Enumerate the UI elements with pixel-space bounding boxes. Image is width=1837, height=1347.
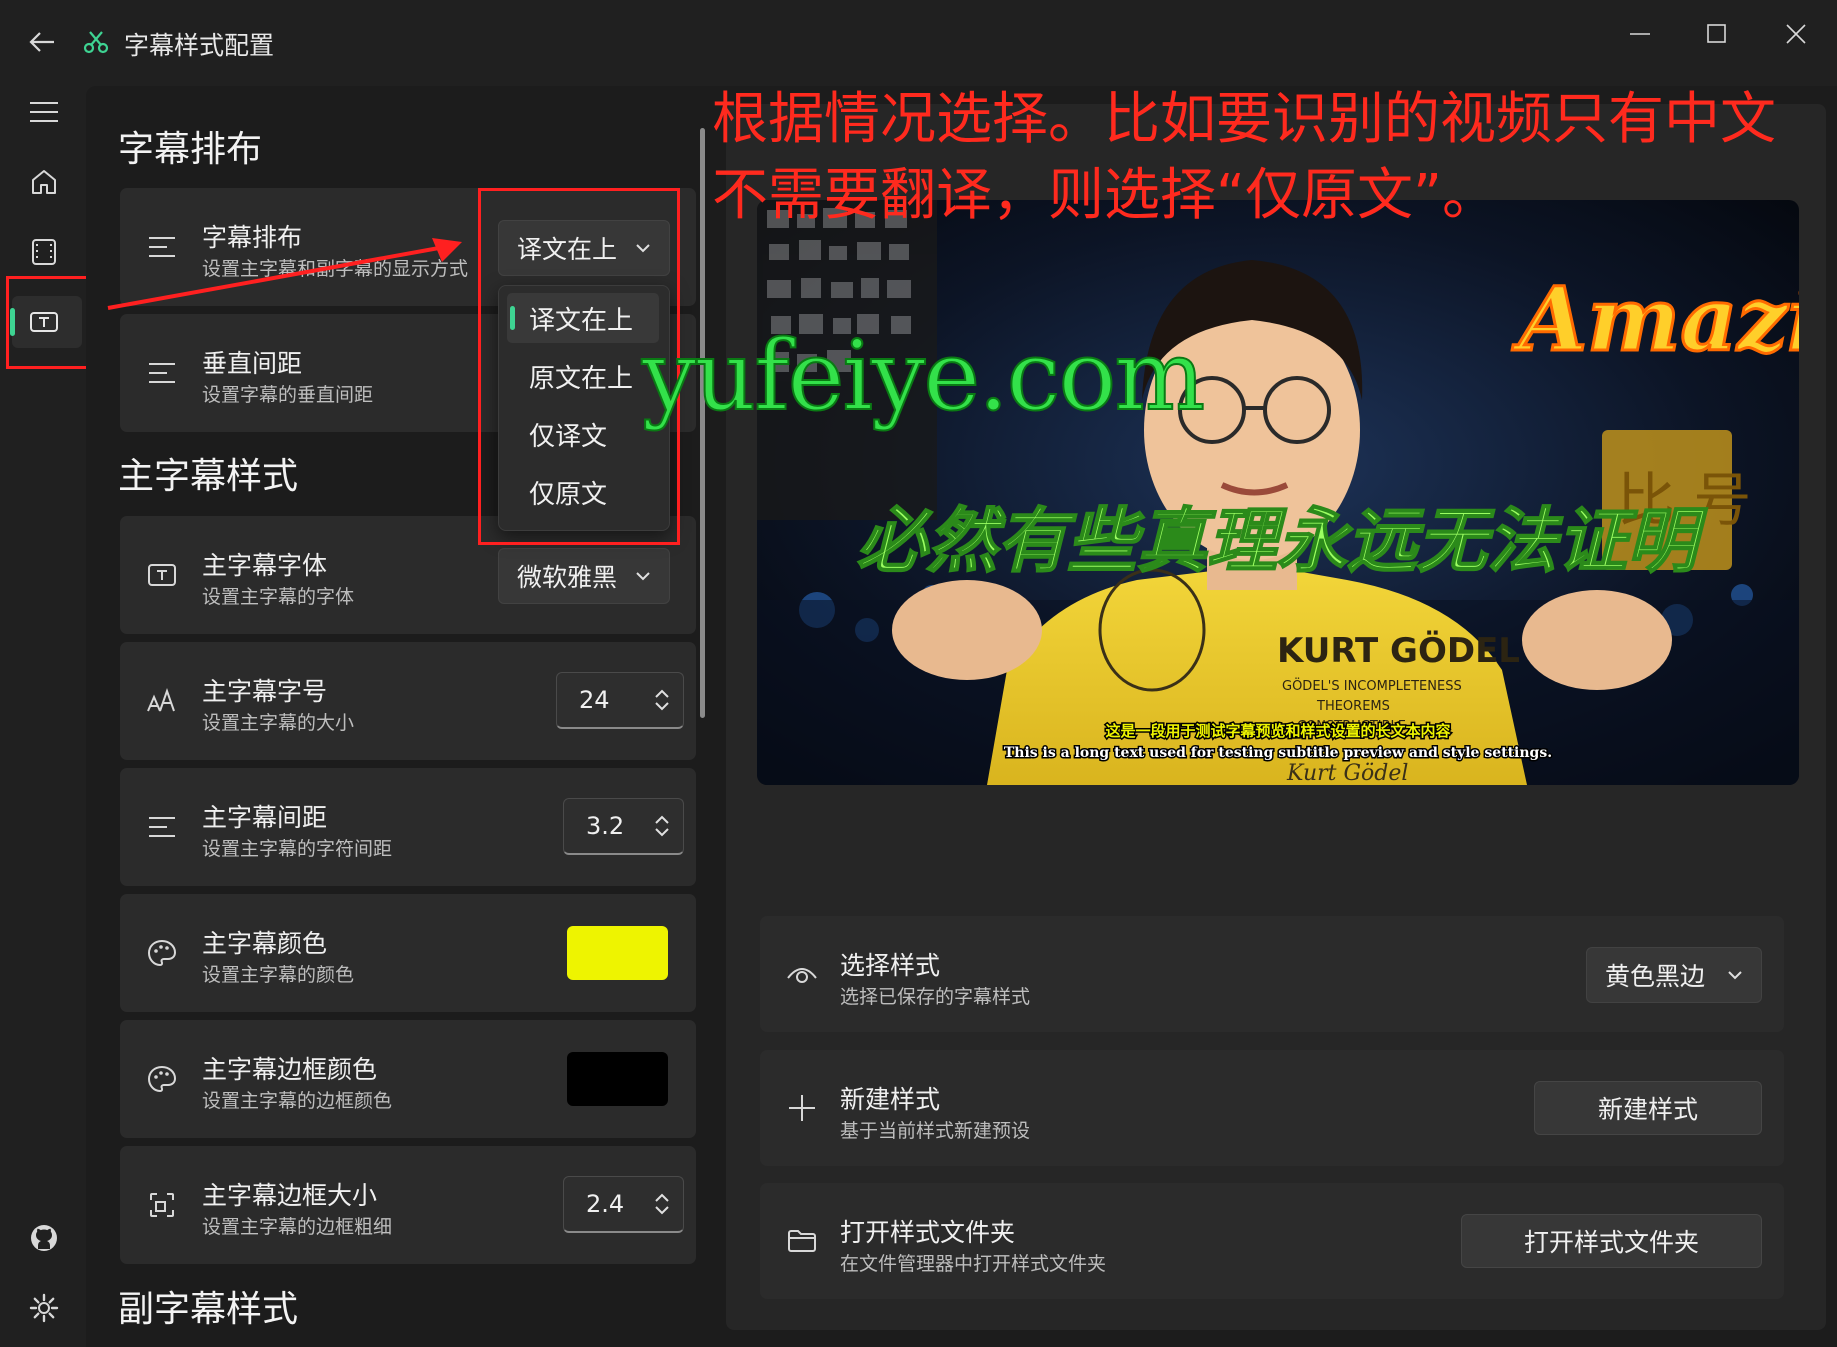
section-title-main-style: 主字幕样式 [118, 456, 299, 497]
main-color-swatch[interactable] [567, 926, 668, 980]
main-border-size-card: 主字幕边框大小 设置主字幕的边框粗细 2.4 [120, 1146, 696, 1264]
chevron-down-icon [1728, 971, 1742, 980]
section-title-layout: 字幕排布 [118, 129, 263, 170]
close-button[interactable] [1776, 14, 1816, 54]
shirt-line1: GÖDEL'S INCOMPLETENESS [1282, 677, 1462, 694]
select-style-card: 选择样式 选择已保存的字幕样式 黄色黑边 [760, 916, 1784, 1032]
style-preset-dropdown[interactable]: 黄色黑边 [1586, 947, 1762, 1003]
main-size-card: 主字幕字号 设置主字幕的大小 24 [120, 642, 696, 760]
home-icon [32, 170, 56, 194]
section-title-sub-style: 副字幕样式 [118, 1289, 299, 1330]
nav-video[interactable] [24, 232, 64, 272]
card-description: 设置主字幕的颜色 [202, 964, 355, 986]
border-frame-icon [142, 1185, 182, 1225]
gear-icon [29, 1293, 59, 1323]
align-left-icon [142, 807, 182, 847]
card-title: 选择样式 [840, 951, 941, 980]
spinbox-value: 3.2 [586, 812, 625, 840]
card-description: 设置字幕的垂直间距 [202, 384, 374, 406]
minimize-button[interactable] [1620, 14, 1660, 54]
film-icon [32, 239, 56, 265]
spinbox-value: 2.4 [586, 1190, 625, 1218]
close-icon [1786, 24, 1806, 44]
card-description: 选择已保存的字幕样式 [840, 986, 1031, 1008]
title-bar: 字幕样式配置 [0, 0, 1837, 84]
annotation-text: 根据情况选择。比如要识别的视频只有中文不需要翻译，则选择“仅原文”。 [712, 87, 1776, 228]
hamburger-menu-button[interactable] [24, 92, 64, 132]
plus-icon [782, 1088, 822, 1128]
dropdown-value: 黄色黑边 [1605, 962, 1706, 991]
card-title: 主字幕间距 [202, 803, 328, 832]
card-title: 主字幕字号 [202, 677, 328, 706]
up-down-chevron-icon[interactable] [653, 1191, 671, 1217]
main-spacing-spinbox[interactable]: 3.2 [563, 798, 684, 855]
chevron-down-icon [636, 572, 650, 581]
watermark-text: yufeiye.com [641, 319, 1206, 433]
card-title: 主字幕字体 [202, 551, 328, 580]
up-down-chevron-icon[interactable] [653, 687, 671, 713]
back-button[interactable] [26, 26, 58, 58]
up-down-chevron-icon[interactable] [653, 813, 671, 839]
open-style-folder-card: 打开样式文件夹 在文件管理器中打开样式文件夹 打开样式文件夹 [760, 1183, 1784, 1299]
annotation-arrow [100, 228, 480, 318]
new-style-card: 新建样式 基于当前样式新建预设 新建样式 [760, 1050, 1784, 1166]
app-logo-icon [82, 28, 110, 56]
minimize-icon [1630, 33, 1650, 35]
border-color-swatch[interactable] [567, 1052, 668, 1106]
card-title: 垂直间距 [202, 349, 303, 378]
annotation-box-nav [6, 276, 90, 369]
github-icon [31, 1225, 57, 1251]
card-description: 设置主字幕的边框颜色 [202, 1090, 393, 1112]
dropdown-value: 微软雅黑 [517, 563, 618, 592]
subtitle-preview-image: Amazin 比 号 KURT GÖDEL GÖDEL'S INCOMPLETE… [757, 200, 1799, 785]
card-description: 设置主字幕的字体 [202, 586, 355, 608]
palette-icon [142, 1059, 182, 1099]
shirt-line2: THEOREMS [1316, 699, 1390, 714]
card-title: 主字幕边框颜色 [202, 1055, 378, 1084]
card-description: 设置主字幕的边框粗细 [202, 1216, 393, 1238]
folder-icon [782, 1221, 822, 1261]
nav-settings[interactable] [24, 1288, 64, 1328]
palette-icon [142, 933, 182, 973]
card-title: 主字幕颜色 [202, 929, 328, 958]
main-color-card: 主字幕颜色 设置主字幕的颜色 [120, 894, 696, 1012]
maximize-button[interactable] [1697, 14, 1737, 54]
open-style-folder-button[interactable]: 打开样式文件夹 [1461, 1214, 1762, 1268]
font-size-icon [142, 681, 182, 721]
neon-caption: 必然有些真理永远无法证明 [857, 500, 1708, 582]
main-spacing-card: 主字幕间距 设置主字幕的字符间距 3.2 [120, 768, 696, 886]
border-size-spinbox[interactable]: 2.4 [563, 1176, 684, 1233]
card-description: 设置主字幕的大小 [202, 712, 355, 734]
nav-home[interactable] [24, 162, 64, 202]
align-left-icon [142, 353, 182, 393]
window-title: 字幕样式配置 [124, 31, 275, 60]
shirt-title: KURT GÖDEL [1277, 630, 1520, 671]
new-style-button[interactable]: 新建样式 [1534, 1081, 1762, 1135]
main-font-dropdown[interactable]: 微软雅黑 [498, 548, 670, 604]
main-border-color-card: 主字幕边框颜色 设置主字幕的边框颜色 [120, 1020, 696, 1138]
hamburger-icon [30, 102, 58, 122]
card-title: 新建样式 [840, 1085, 941, 1114]
shirt-signature: Kurt Gödel [1286, 761, 1408, 785]
eye-icon [782, 954, 822, 994]
sample-subtitle-en: This is a long text used for testing sub… [1004, 745, 1552, 761]
nav-github[interactable] [24, 1218, 64, 1258]
card-title: 主字幕边框大小 [202, 1181, 378, 1210]
sample-subtitle-cn: 这是一段用于测试字幕预览和样式设置的长文本内容 [1105, 722, 1450, 740]
main-size-spinbox[interactable]: 24 [556, 672, 684, 729]
card-description: 设置主字幕的字符间距 [202, 838, 393, 860]
maximize-icon [1707, 24, 1726, 43]
card-description: 基于当前样式新建预设 [840, 1120, 1031, 1142]
font-box-icon [142, 555, 182, 595]
card-title: 打开样式文件夹 [840, 1218, 1016, 1247]
spinbox-value: 24 [579, 686, 610, 714]
back-arrow-icon [29, 32, 54, 52]
neon-sign-text: Amazin [1512, 267, 1799, 371]
card-description: 在文件管理器中打开样式文件夹 [840, 1253, 1107, 1275]
